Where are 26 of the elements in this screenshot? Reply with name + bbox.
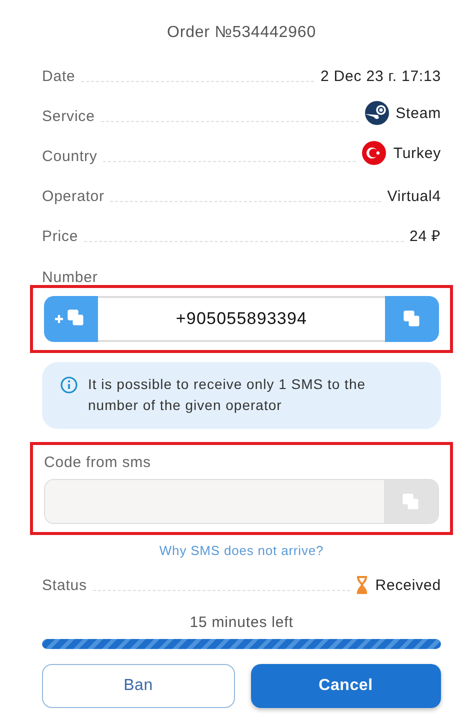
field-label: Country (42, 148, 98, 165)
field-label: Service (42, 108, 95, 125)
field-label: Code from sms (44, 454, 151, 471)
help-link[interactable]: Why SMS does not arrive? (159, 543, 324, 558)
field-label: Operator (42, 188, 104, 205)
field-value: Steam (396, 104, 441, 122)
field-label: Date (42, 68, 76, 85)
field-label: Price (42, 228, 78, 245)
field-value: 24 ₽ (410, 227, 441, 245)
copy-button[interactable] (385, 296, 439, 342)
field-label: Status (42, 577, 87, 594)
field-value: Virtual4 (387, 188, 441, 205)
steam-icon (364, 101, 389, 125)
flag-icon (362, 141, 386, 165)
field-value: Received (375, 576, 441, 594)
hourglass-icon (356, 576, 368, 594)
ban-button[interactable]: Ban (42, 664, 234, 708)
time-left-text: 15 minutes left (190, 614, 294, 631)
notice-text: It is possible to receive only 1 SMS to the number of the given operator (88, 375, 367, 415)
cancel-button[interactable]: Cancel (250, 664, 441, 708)
field-value: 2 Dec 23 г. 17:13 (320, 68, 441, 85)
info-icon (60, 376, 78, 394)
field-value: Turkey (393, 144, 441, 162)
order-title: Order №534442960 (167, 24, 316, 43)
add-copy-button[interactable] (44, 296, 98, 342)
field-label: Number (42, 269, 98, 285)
